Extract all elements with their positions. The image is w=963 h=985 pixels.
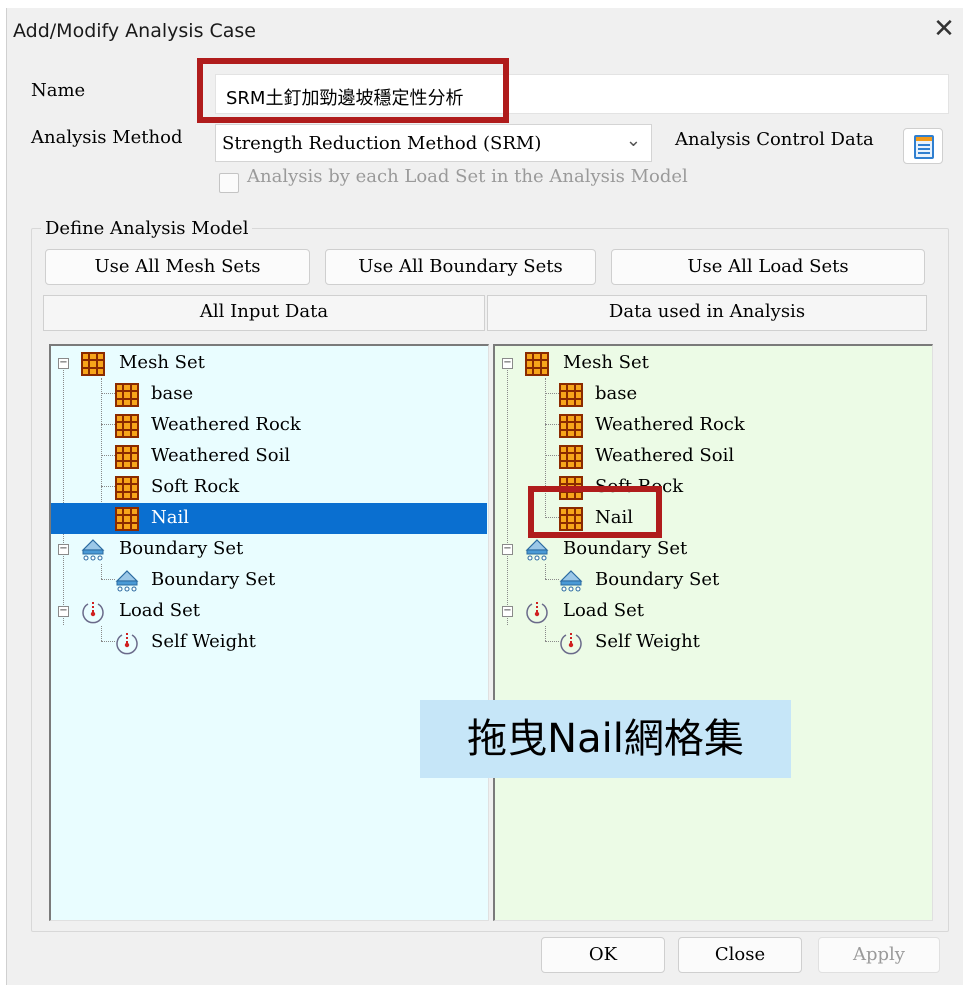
- use-all-boundary-sets-button[interactable]: Use All Boundary Sets: [325, 249, 596, 285]
- load-icon: [559, 631, 583, 655]
- use-all-load-sets-button[interactable]: Use All Load Sets: [611, 249, 925, 285]
- tree-label: Self Weight: [595, 631, 700, 652]
- control-data-icon: [914, 135, 934, 159]
- boundary-icon: [559, 569, 583, 593]
- mesh-icon: [115, 507, 139, 531]
- tree-label: Boundary Set: [563, 538, 688, 559]
- boundary-icon: [115, 569, 139, 593]
- all-input-data-header: All Input Data: [43, 295, 485, 331]
- tree-label: Boundary Set: [595, 569, 720, 590]
- load-set-icon: [81, 600, 105, 624]
- window-title: Add/Modify Analysis Case: [13, 20, 257, 42]
- collapse-icon[interactable]: −: [58, 606, 69, 617]
- mesh-icon: [115, 383, 139, 407]
- tree-node-boundary-item[interactable]: Boundary Set: [495, 565, 931, 596]
- tree-node-boundary-item[interactable]: Boundary Set: [51, 565, 487, 596]
- mesh-icon: [115, 476, 139, 500]
- all-input-data-tree[interactable]: − Mesh Set base Weathered Rock Weathered…: [49, 344, 489, 921]
- tree-node-mesh-nail[interactable]: Nail: [495, 503, 931, 534]
- tree-label: Mesh Set: [563, 352, 649, 373]
- tree-node-load-self-weight[interactable]: Self Weight: [495, 627, 931, 658]
- tree-label: Weathered Rock: [595, 414, 745, 435]
- by-load-set-label: Analysis by each Load Set in the Analysi…: [247, 166, 688, 187]
- tree-label: Weathered Rock: [151, 414, 301, 435]
- tree-node-mesh-weathered-soil[interactable]: Weathered Soil: [495, 441, 931, 472]
- data-used-header: Data used in Analysis: [487, 295, 927, 331]
- mesh-icon: [559, 383, 583, 407]
- mesh-icon: [559, 507, 583, 531]
- tree-node-boundary-set[interactable]: − Boundary Set: [495, 534, 931, 565]
- tree-node-mesh-weathered-soil[interactable]: Weathered Soil: [51, 441, 487, 472]
- tree-node-mesh-soft-rock[interactable]: Soft Rock: [495, 472, 931, 503]
- tree-label: Nail: [151, 507, 189, 528]
- load-icon: [115, 631, 139, 655]
- mesh-set-icon: [525, 352, 549, 376]
- tree-label: Load Set: [563, 600, 644, 621]
- collapse-icon[interactable]: −: [58, 358, 69, 369]
- tree-label: base: [595, 383, 638, 404]
- mesh-icon: [559, 445, 583, 469]
- apply-button[interactable]: Apply: [818, 937, 940, 973]
- tree-node-mesh-set[interactable]: − Mesh Set: [51, 348, 487, 379]
- collapse-icon[interactable]: −: [58, 544, 69, 555]
- use-all-mesh-sets-button[interactable]: Use All Mesh Sets: [45, 249, 310, 285]
- tree-node-mesh-base[interactable]: base: [51, 379, 487, 410]
- name-label: Name: [31, 80, 86, 101]
- tree-node-load-self-weight[interactable]: Self Weight: [51, 627, 487, 658]
- mesh-set-icon: [81, 352, 105, 376]
- tree-node-mesh-weathered-rock[interactable]: Weathered Rock: [495, 410, 931, 441]
- mesh-icon: [115, 445, 139, 469]
- analysis-method-value: Strength Reduction Method (SRM): [222, 133, 542, 154]
- chevron-down-icon: ⌄: [625, 130, 641, 151]
- tree-label: Load Set: [119, 600, 200, 621]
- tree-node-load-set[interactable]: − Load Set: [495, 596, 931, 627]
- tree-label: Nail: [595, 507, 633, 528]
- tree-label: Weathered Soil: [151, 445, 291, 466]
- boundary-set-icon: [525, 538, 549, 562]
- ok-button[interactable]: OK: [541, 937, 665, 973]
- tree-node-mesh-set[interactable]: − Mesh Set: [495, 348, 931, 379]
- data-used-in-analysis-tree[interactable]: − Mesh Set base Weathered Rock Weathered…: [493, 344, 933, 921]
- load-set-icon: [525, 600, 549, 624]
- tree-label: Soft Rock: [151, 476, 240, 497]
- tree-node-mesh-soft-rock[interactable]: Soft Rock: [51, 472, 487, 503]
- mesh-icon: [115, 414, 139, 438]
- name-input[interactable]: SRM土釘加勁邊坡穩定性分析: [215, 74, 949, 114]
- tree-node-mesh-base[interactable]: base: [495, 379, 931, 410]
- tree-node-mesh-nail-selected[interactable]: Nail: [51, 503, 487, 534]
- analysis-control-label: Analysis Control Data: [675, 129, 874, 150]
- tree-node-load-set[interactable]: − Load Set: [51, 596, 487, 627]
- tree-label: base: [151, 383, 194, 404]
- mesh-icon: [559, 414, 583, 438]
- analysis-method-select[interactable]: Strength Reduction Method (SRM) ⌄: [215, 124, 652, 162]
- tree-label: Boundary Set: [119, 538, 244, 559]
- tree-label: Weathered Soil: [595, 445, 735, 466]
- analysis-control-button[interactable]: [903, 128, 943, 164]
- tree-label: Mesh Set: [119, 352, 205, 373]
- collapse-icon[interactable]: −: [502, 606, 513, 617]
- close-icon[interactable]: ✕: [929, 14, 959, 44]
- boundary-set-icon: [81, 538, 105, 562]
- title-bar: Add/Modify Analysis Case ✕: [7, 8, 963, 52]
- analysis-case-dialog: Add/Modify Analysis Case ✕ Name SRM土釘加勁邊…: [6, 8, 963, 985]
- tree-node-mesh-weathered-rock[interactable]: Weathered Rock: [51, 410, 487, 441]
- tree-label: Boundary Set: [151, 569, 276, 590]
- drag-nail-callout: 拖曳Nail網格集: [420, 700, 791, 778]
- close-button[interactable]: Close: [678, 937, 802, 973]
- by-load-set-checkbox[interactable]: [219, 173, 239, 193]
- collapse-icon[interactable]: −: [502, 544, 513, 555]
- tree-label: Soft Rock: [595, 476, 684, 497]
- mesh-icon: [559, 476, 583, 500]
- tree-label: Self Weight: [151, 631, 256, 652]
- collapse-icon[interactable]: −: [502, 358, 513, 369]
- analysis-method-label: Analysis Method: [31, 127, 183, 148]
- tree-node-boundary-set[interactable]: − Boundary Set: [51, 534, 487, 565]
- define-analysis-model-title: Define Analysis Model: [41, 218, 253, 239]
